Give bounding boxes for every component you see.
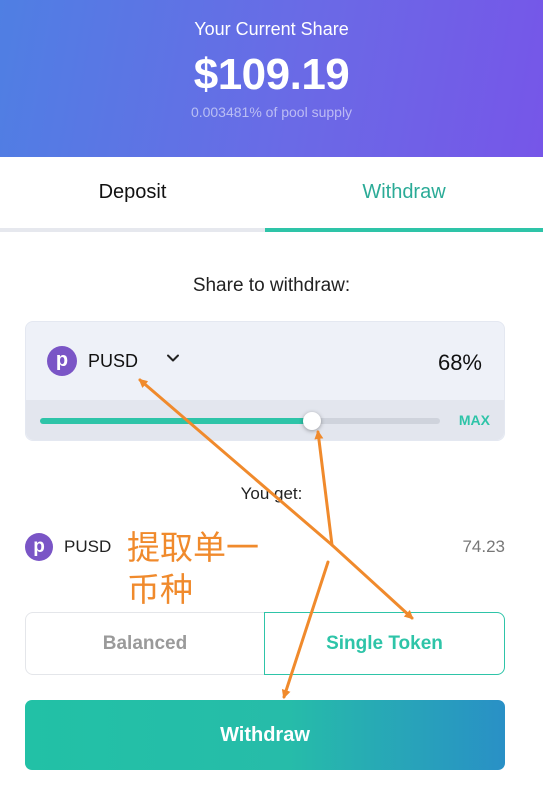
chevron-down-icon[interactable] xyxy=(166,349,180,370)
output-token-amount: 74.23 xyxy=(462,537,505,556)
current-share-header: Your Current Share $109.19 0.003481% of … xyxy=(0,0,543,157)
pusd-token-icon: p xyxy=(47,346,77,376)
tab-withdraw[interactable]: Withdraw xyxy=(265,157,543,232)
tab-deposit[interactable]: Deposit xyxy=(0,157,265,232)
slider-fill xyxy=(40,418,312,424)
annotation-line-2: 币种 xyxy=(127,570,193,609)
current-share-value: $109.19 xyxy=(193,50,350,99)
token-select-label[interactable]: PUSD xyxy=(88,351,138,372)
you-get-label: You get: xyxy=(240,484,303,503)
withdraw-submit-button[interactable]: Withdraw xyxy=(25,700,505,770)
deposit-withdraw-tabs: Deposit Withdraw xyxy=(0,157,543,232)
annotation-line-1: 提取单一 xyxy=(127,528,259,567)
annotation-text: 提取单一 币种 xyxy=(127,527,287,611)
arrow-to-single-token xyxy=(330,543,414,620)
share-slider[interactable] xyxy=(40,412,440,430)
single-token-button[interactable]: Single Token xyxy=(264,612,505,675)
withdraw-percentage: 68% xyxy=(437,350,482,375)
pusd-output-icon: p xyxy=(25,533,53,561)
slider-thumb[interactable] xyxy=(303,412,321,430)
withdraw-mode-toggle: Balanced Single Token xyxy=(25,612,505,675)
balanced-button[interactable]: Balanced xyxy=(25,612,265,675)
pool-supply-percentage: 0.003481% of pool supply xyxy=(190,104,353,120)
share-to-withdraw-label: Share to withdraw: xyxy=(192,275,351,296)
output-token-symbol: PUSD xyxy=(64,537,112,556)
current-share-label: Your Current Share xyxy=(194,19,349,39)
withdraw-share-panel: p PUSD 68% MAX xyxy=(25,321,505,441)
max-button[interactable]: MAX xyxy=(459,412,490,428)
